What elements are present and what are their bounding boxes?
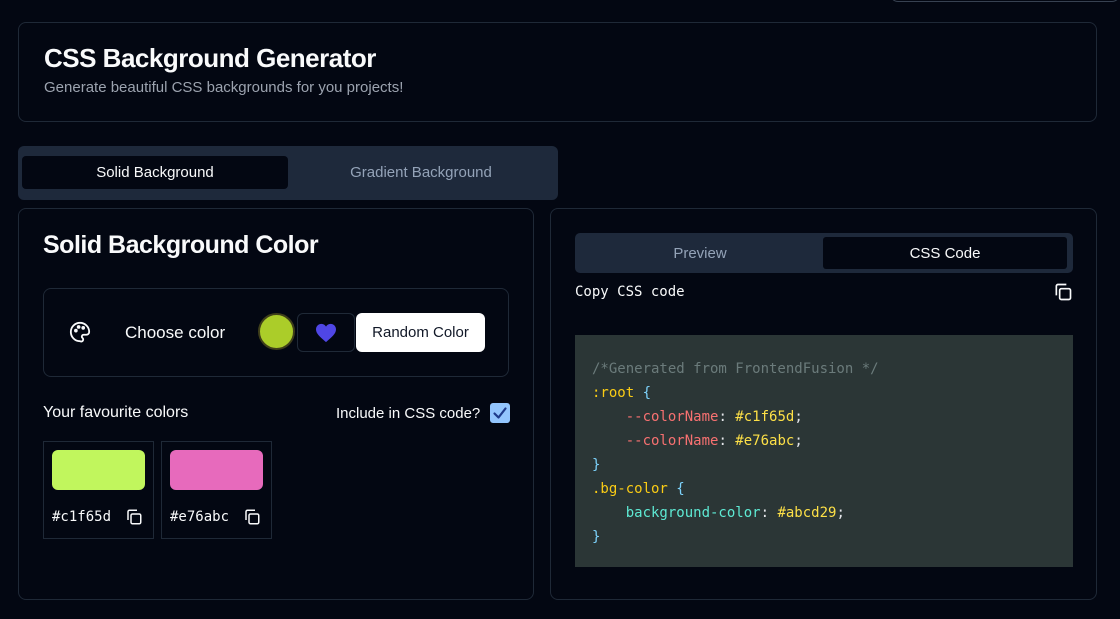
- code-property: background-color: [625, 505, 761, 521]
- copy-icon[interactable]: [1053, 282, 1073, 302]
- copy-icon[interactable]: [125, 508, 143, 526]
- favourite-color-card[interactable]: #e76abc: [161, 441, 272, 539]
- favourite-hex: #c1f65d: [52, 509, 112, 525]
- palette-icon: [69, 321, 91, 343]
- top-right-button[interactable]: [890, 0, 1120, 2]
- css-code: /*Generated from FrontendFusion */ :root…: [592, 361, 879, 545]
- code-var-name: --colorName: [625, 433, 719, 449]
- code-class-selector: .bg-color: [592, 481, 668, 497]
- copy-css-label: Copy CSS code: [575, 284, 685, 300]
- tab-css-code[interactable]: CSS Code: [823, 237, 1067, 269]
- code-root-selector: :root: [592, 385, 635, 401]
- add-favourite-button[interactable]: [297, 313, 355, 352]
- output-tabs: Preview CSS Code: [575, 233, 1073, 273]
- tab-solid-background[interactable]: Solid Background: [22, 156, 288, 189]
- tab-preview[interactable]: Preview: [578, 237, 822, 269]
- copy-icon[interactable]: [243, 508, 261, 526]
- color-picker-swatch[interactable]: [258, 313, 295, 350]
- tab-gradient-background[interactable]: Gradient Background: [288, 156, 554, 189]
- check-icon: [493, 407, 507, 419]
- heart-icon: [316, 323, 336, 342]
- code-property-value: #abcd29: [777, 505, 837, 521]
- choose-color-label: Choose color: [125, 323, 226, 342]
- code-comment: /*Generated from FrontendFusion */: [592, 361, 879, 377]
- background-type-tabs: Solid Background Gradient Background: [18, 146, 558, 200]
- code-var-value: #c1f65d: [735, 409, 795, 425]
- css-code-block: /*Generated from FrontendFusion */ :root…: [575, 335, 1073, 567]
- include-in-css-label: Include in CSS code?: [336, 405, 481, 422]
- header-card: CSS Background Generator Generate beauti…: [18, 22, 1097, 122]
- random-color-button[interactable]: Random Color: [356, 313, 485, 352]
- color-picker-box: Choose color Random Color: [43, 288, 509, 377]
- code-var-value: #e76abc: [735, 433, 795, 449]
- page-subtitle: Generate beautiful CSS backgrounds for y…: [44, 79, 404, 96]
- favourite-swatch[interactable]: [52, 450, 145, 490]
- solid-color-panel: Solid Background Color Choose color Rand…: [18, 208, 534, 600]
- code-var-name: --colorName: [625, 409, 719, 425]
- page-title: CSS Background Generator: [44, 43, 376, 73]
- include-in-css-checkbox[interactable]: [490, 403, 510, 423]
- favourites-label: Your favourite colors: [43, 404, 189, 421]
- section-title: Solid Background Color: [43, 231, 319, 259]
- output-panel: Preview CSS Code Copy CSS code /*Generat…: [550, 208, 1097, 600]
- favourite-color-card[interactable]: #c1f65d: [43, 441, 154, 539]
- favourite-hex: #e76abc: [170, 509, 230, 525]
- favourite-swatch[interactable]: [170, 450, 263, 490]
